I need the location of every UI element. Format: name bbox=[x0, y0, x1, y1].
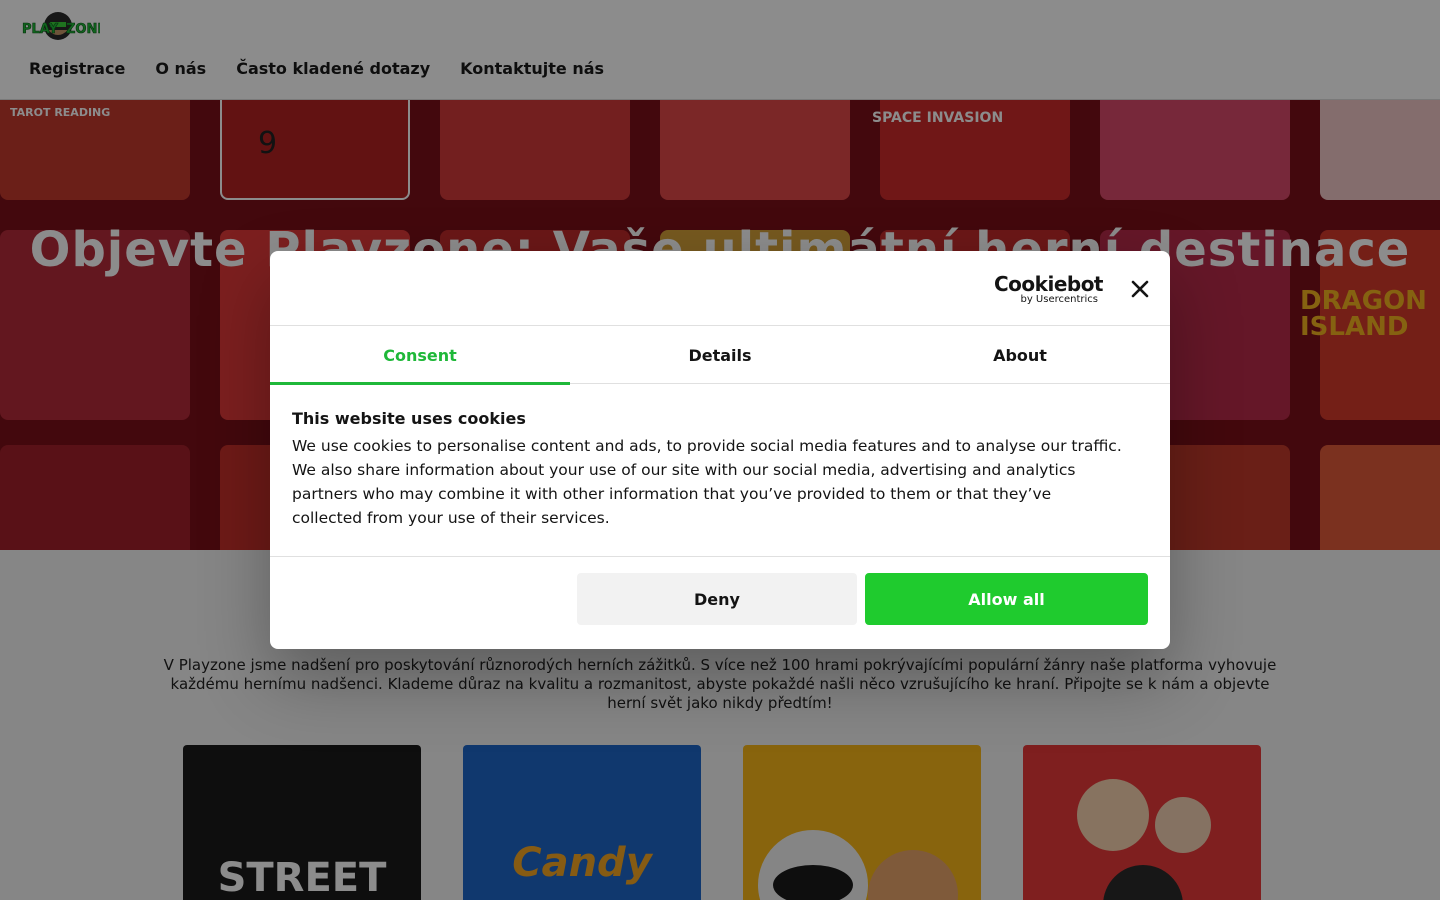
brand-main: Cookiebot bbox=[994, 272, 1104, 296]
cookie-consent-dialog: Cookiebot by Usercentrics Consent Detail… bbox=[270, 251, 1170, 649]
brand-sub: by Usercentrics bbox=[1020, 294, 1098, 305]
close-icon[interactable] bbox=[1128, 277, 1152, 301]
dialog-footer: Deny Allow all bbox=[270, 557, 1170, 647]
tab-details[interactable]: Details bbox=[570, 326, 870, 384]
dialog-header: Cookiebot by Usercentrics bbox=[270, 251, 1170, 326]
allow-all-button[interactable]: Allow all bbox=[865, 573, 1148, 625]
dialog-description: We use cookies to personalise content an… bbox=[292, 437, 1122, 527]
dialog-heading: This website uses cookies bbox=[292, 409, 526, 428]
dialog-body: This website uses cookies We use cookies… bbox=[270, 384, 1170, 557]
tab-about[interactable]: About bbox=[870, 326, 1170, 384]
dialog-tabs: Consent Details About bbox=[270, 326, 1170, 385]
tab-consent[interactable]: Consent bbox=[270, 326, 570, 385]
deny-button[interactable]: Deny bbox=[577, 573, 857, 625]
cookiebot-logo: Cookiebot by Usercentrics bbox=[994, 272, 1104, 305]
